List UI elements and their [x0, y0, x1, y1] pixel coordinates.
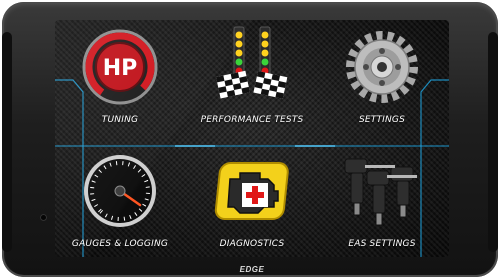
- gear-icon: [346, 31, 418, 103]
- ambient-sensor: [40, 214, 47, 221]
- device-bezel: HP TUNING PERFORMANCE TESTS SETTINGS GAU…: [2, 2, 498, 277]
- left-grip: [2, 32, 12, 252]
- drag-tree-icon: [216, 26, 288, 99]
- settings-button[interactable]: SETTINGS: [322, 25, 442, 130]
- eas-settings-button[interactable]: EAS SETTINGS: [322, 147, 442, 252]
- hp-text: HP: [103, 56, 138, 81]
- diagnostics-button[interactable]: DIAGNOSTICS: [192, 147, 312, 252]
- tuning-button[interactable]: HP TUNING: [60, 25, 180, 130]
- hp-gauge-icon: HP: [82, 29, 158, 105]
- brand-logo: EDGE: [239, 265, 265, 274]
- settings-label: SETTINGS: [358, 115, 406, 125]
- engine-check-icon: [214, 162, 289, 220]
- gauges-logging-button[interactable]: GAUGES & LOGGING: [60, 147, 180, 252]
- tuning-label: TUNING: [101, 115, 139, 125]
- performance-tests-label: PERFORMANCE TESTS: [200, 115, 304, 125]
- performance-tests-button[interactable]: PERFORMANCE TESTS: [192, 25, 312, 130]
- eas-settings-label: EAS SETTINGS: [348, 239, 416, 249]
- right-grip: [488, 32, 498, 252]
- injector-icon: [344, 158, 417, 226]
- gauges-logging-label: GAUGES & LOGGING: [71, 239, 169, 249]
- touch-screen: HP TUNING PERFORMANCE TESTS SETTINGS GAU…: [55, 20, 449, 257]
- diagnostics-label: DIAGNOSTICS: [219, 239, 285, 249]
- gauge-icon: [84, 155, 156, 227]
